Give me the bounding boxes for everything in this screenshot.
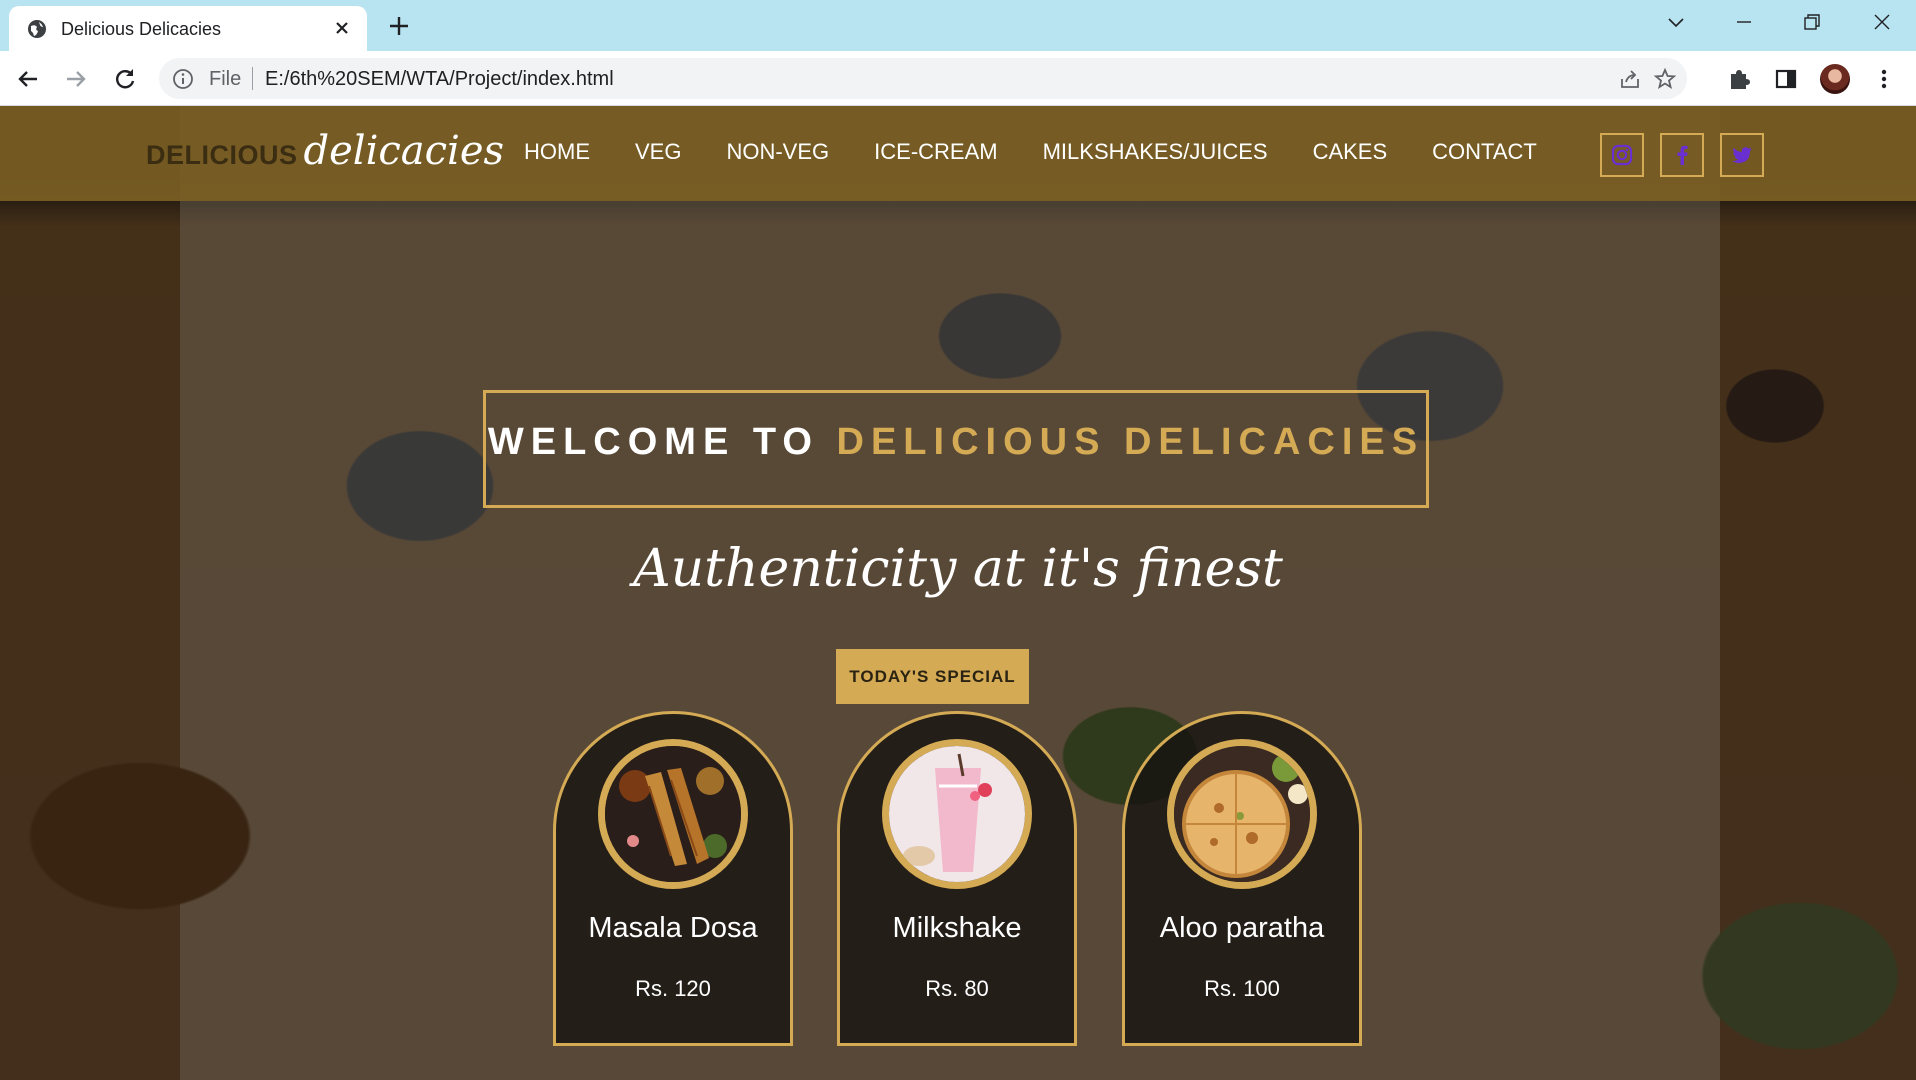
- aloo-paratha-image: [1167, 739, 1317, 889]
- special-card-milkshake[interactable]: Milkshake Rs. 80: [837, 711, 1077, 1046]
- special-name: Aloo paratha: [1159, 912, 1325, 944]
- twitter-icon: [1732, 147, 1752, 163]
- welcome-prefix: WELCOME TO: [487, 421, 819, 463]
- menu-kebab-icon[interactable]: [1870, 65, 1898, 93]
- tab-search-chevron-icon[interactable]: [1664, 10, 1688, 34]
- welcome-brand: DELICIOUS DELICACIES: [836, 421, 1425, 463]
- special-price: Rs. 80: [925, 976, 989, 1001]
- facebook-button[interactable]: [1660, 133, 1704, 177]
- profile-avatar[interactable]: [1820, 64, 1850, 94]
- nav-ice-cream[interactable]: ICE-CREAM: [874, 139, 997, 165]
- nav-veg[interactable]: VEG: [635, 139, 681, 165]
- nav-home[interactable]: HOME: [524, 139, 590, 165]
- special-card-aloo-paratha[interactable]: Aloo paratha Rs. 100: [1122, 711, 1362, 1046]
- back-arrow-icon[interactable]: [14, 65, 42, 93]
- browser-tab[interactable]: Delicious Delicacies: [9, 6, 367, 51]
- nav-non-veg[interactable]: NON-VEG: [726, 139, 829, 165]
- welcome-heading: WELCOME TO DELICIOUS DELICACIES: [486, 421, 1426, 464]
- special-name: Milkshake: [892, 912, 1022, 944]
- special-price: Rs. 100: [1204, 976, 1280, 1001]
- url-scheme-label: File: [209, 68, 242, 90]
- nav-cakes[interactable]: CAKES: [1313, 139, 1388, 165]
- page-viewport: DELICIOUS delicacies HOME VEG NON-VEG IC…: [0, 106, 1916, 1080]
- milkshake-image: [882, 739, 1032, 889]
- close-window-icon[interactable]: [1870, 10, 1894, 34]
- minimize-icon[interactable]: [1732, 10, 1756, 34]
- side-panel-icon[interactable]: [1772, 65, 1800, 93]
- facebook-icon: [1677, 145, 1688, 165]
- extensions-puzzle-icon[interactable]: [1725, 65, 1753, 93]
- special-price: Rs. 120: [635, 976, 711, 1001]
- masala-dosa-image: [598, 739, 748, 889]
- site-header: DELICIOUS delicacies HOME VEG NON-VEG IC…: [0, 106, 1916, 201]
- browser-tabbar: Delicious Delicacies: [0, 0, 1916, 51]
- reload-icon[interactable]: [111, 65, 139, 93]
- url-separator: [252, 67, 253, 90]
- info-icon[interactable]: [172, 68, 194, 90]
- bookmark-star-icon[interactable]: [1653, 67, 1677, 91]
- logo-script-text: delicacies: [303, 128, 505, 174]
- instagram-button[interactable]: [1600, 133, 1644, 177]
- special-card-masala-dosa[interactable]: Masala Dosa Rs. 120: [553, 711, 793, 1046]
- todays-special-button[interactable]: TODAY'S SPECIAL: [836, 649, 1029, 704]
- browser-toolbar: File E:/6th%20SEM/WTA/Project/index.html: [0, 51, 1916, 106]
- site-logo[interactable]: DELICIOUS delicacies: [146, 128, 504, 174]
- instagram-icon: [1611, 144, 1633, 166]
- forward-arrow-icon[interactable]: [62, 65, 90, 93]
- share-icon[interactable]: [1618, 67, 1642, 91]
- new-tab-icon[interactable]: [386, 13, 412, 39]
- address-bar[interactable]: File E:/6th%20SEM/WTA/Project/index.html: [159, 58, 1687, 99]
- hero-tagline: Authenticity at it's finest: [633, 539, 1283, 599]
- url-text[interactable]: E:/6th%20SEM/WTA/Project/index.html: [265, 68, 614, 91]
- nav-milkshakes-juices[interactable]: MILKSHAKES/JUICES: [1043, 139, 1268, 165]
- special-name: Masala Dosa: [588, 912, 758, 944]
- tab-title: Delicious Delicacies: [61, 19, 222, 39]
- twitter-button[interactable]: [1720, 133, 1764, 177]
- welcome-banner: WELCOME TO DELICIOUS DELICACIES: [483, 390, 1429, 508]
- restore-icon[interactable]: [1800, 10, 1824, 34]
- main-nav: HOME VEG NON-VEG ICE-CREAM MILKSHAKES/JU…: [524, 139, 1537, 165]
- close-tab-icon[interactable]: [331, 17, 353, 39]
- nav-contact[interactable]: CONTACT: [1432, 139, 1537, 165]
- logo-main-text: DELICIOUS: [146, 140, 298, 170]
- globe-icon: [28, 20, 46, 38]
